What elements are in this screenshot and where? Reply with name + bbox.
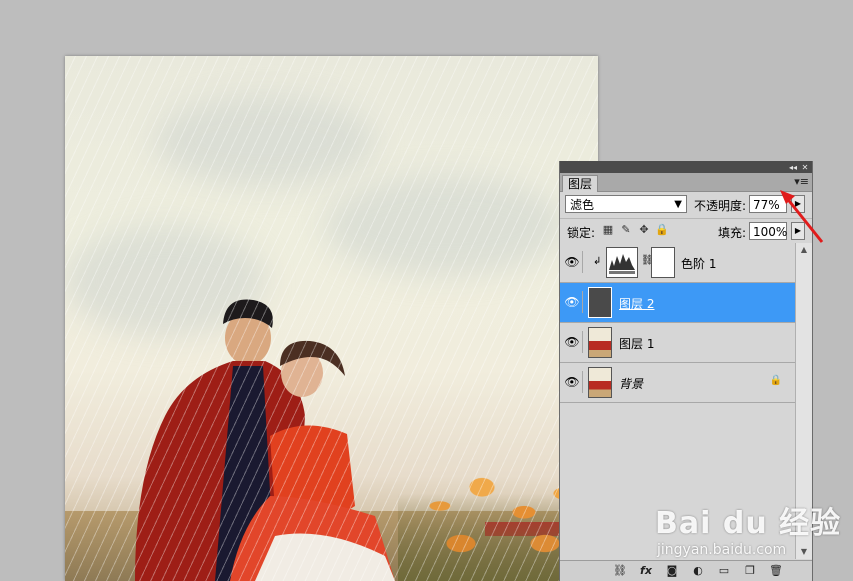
new-layer-icon[interactable]: ❐ — [742, 563, 758, 579]
layer-name: 图层 1 — [619, 337, 655, 351]
mask-thumbnail[interactable] — [651, 247, 675, 278]
layer-thumbnail — [588, 287, 612, 318]
chevron-down-icon: ▼ — [674, 199, 682, 210]
lock-transparency-icon[interactable]: ▦ — [601, 223, 615, 237]
histogram-icon — [609, 254, 635, 274]
red-annotation-arrow — [780, 190, 824, 243]
rain-effect — [65, 56, 598, 581]
blend-mode-select[interactable]: 滤色 ▼ — [565, 195, 687, 213]
layer-thumbnail — [588, 327, 612, 358]
layer-row-selected[interactable]: 👁 图层 2 — [560, 283, 796, 323]
lock-fill-row: 锁定: ▦ ✎ ✥ 🔒 填充: 100% ▶ — [560, 219, 812, 244]
group-folder-icon[interactable]: ▭ — [716, 563, 732, 579]
trash-icon[interactable]: 🗑 — [768, 563, 784, 579]
layer-row[interactable]: 👁 背景 🔒 — [560, 363, 796, 403]
watermark-logo-text: Bai du 经验 — [655, 506, 842, 541]
panel-bottom-toolbar: ⛓ fx ◙ ◐ ▭ ❐ 🗑 — [560, 560, 812, 581]
panel-tabbar: 图层 ▾≡ — [560, 173, 812, 192]
lock-label: 锁定: — [567, 226, 596, 240]
opacity-label: 不透明度: — [694, 199, 747, 213]
layer-thumbnail — [588, 367, 612, 398]
eye-icon[interactable]: 👁 — [562, 291, 583, 313]
layer-row[interactable]: 👁 图层 1 — [560, 323, 796, 363]
lock-position-icon[interactable]: ✥ — [637, 223, 651, 237]
baidu-watermark: Bai du 经验 jingyan.baidu.com — [655, 498, 841, 558]
canvas-photo[interactable] — [65, 56, 598, 581]
layer-name: 色阶 1 — [681, 257, 717, 271]
eye-icon[interactable]: 👁 — [562, 371, 583, 393]
close-icon[interactable]: ✕ — [800, 163, 810, 172]
blend-opacity-row: 滤色 ▼ 不透明度: 77% ▶ — [560, 192, 812, 219]
panel-menu-icon[interactable]: ▾≡ — [794, 175, 809, 188]
fill-label: 填充: — [718, 226, 747, 240]
eye-icon[interactable]: 👁 — [562, 251, 583, 273]
eye-icon[interactable]: 👁 — [562, 331, 583, 353]
lock-icon: 🔒 — [769, 375, 782, 386]
link-icon[interactable]: ⛓ — [612, 563, 628, 579]
levels-thumbnail — [606, 247, 638, 278]
watermark-url: jingyan.baidu.com — [657, 542, 787, 558]
layer-name: 背景 — [619, 377, 644, 391]
blend-mode-value: 滤色 — [570, 198, 595, 212]
collapse-icon[interactable]: ◂◂ — [788, 163, 798, 172]
adjustment-icon[interactable]: ◐ — [690, 563, 706, 579]
tab-layers[interactable]: 图层 — [562, 175, 599, 192]
lock-pixels-icon[interactable]: ✎ — [619, 223, 633, 237]
lock-all-icon[interactable]: 🔒 — [655, 223, 669, 237]
layer-row[interactable]: 👁 ↲ ⛓ 色阶 1 — [560, 243, 796, 283]
layer-name: 图层 2 — [619, 297, 655, 311]
panel-titlebar[interactable]: ◂◂ ✕ — [560, 161, 812, 173]
fx-icon[interactable]: fx — [638, 563, 654, 579]
mask-icon[interactable]: ◙ — [664, 563, 680, 579]
clip-arrow-icon: ↲ — [593, 256, 602, 267]
